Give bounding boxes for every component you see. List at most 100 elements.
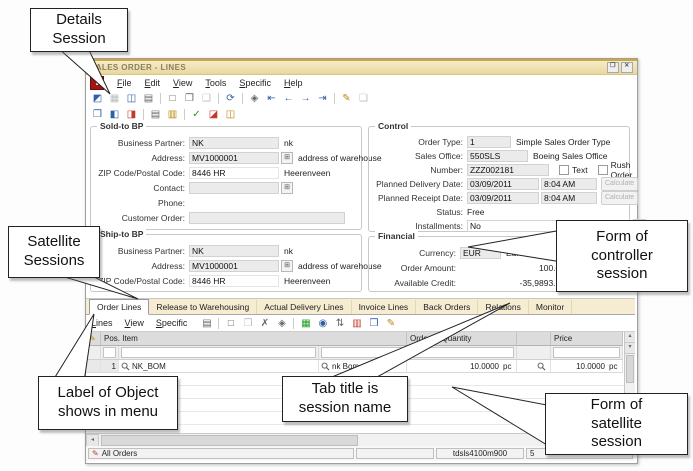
scroll-up-icon[interactable]: ▴: [625, 332, 635, 343]
item-filter-input[interactable]: [119, 346, 319, 360]
cell-price[interactable]: 10.0000 pc: [551, 360, 623, 373]
planned-receipt-time-input[interactable]: 8:04 AM: [541, 192, 597, 204]
column-header-pos-item[interactable]: Pos. Item: [101, 332, 407, 346]
browse-zoom-icon[interactable]: [537, 362, 546, 371]
vscroll-thumb[interactable]: [626, 355, 634, 383]
new-line-icon[interactable]: □: [223, 316, 238, 330]
menu-tools[interactable]: Tools: [205, 78, 226, 88]
copy-clipboard-icon[interactable]: ❒: [90, 107, 105, 121]
print-report-icon[interactable]: ▤: [148, 107, 163, 121]
cell-browse[interactable]: [517, 360, 551, 373]
menu-edit[interactable]: Edit: [145, 78, 161, 88]
rush-order-checkbox[interactable]: [598, 165, 608, 175]
tab-release-to-warehousing[interactable]: Release to Warehousing: [149, 300, 257, 314]
text-checkbox[interactable]: [559, 165, 569, 175]
tab-back-orders[interactable]: Back Orders: [416, 300, 478, 314]
close-button[interactable]: ✕: [621, 62, 633, 73]
browse-zoom-icon[interactable]: [121, 362, 130, 371]
menu-help[interactable]: Help: [284, 78, 303, 88]
table-row[interactable]: 1 NK_BOM nk Bom 10.0000 pc 10.0000: [86, 360, 635, 373]
tab-order-lines[interactable]: Order Lines: [89, 299, 149, 315]
first-record-icon[interactable]: ⇤: [264, 91, 279, 105]
edit-icon[interactable]: ✎: [339, 91, 354, 105]
options-icon[interactable]: ❏: [356, 91, 371, 105]
details-session-icon[interactable]: ◫: [124, 91, 139, 105]
currency-input[interactable]: EUR: [460, 247, 501, 259]
planned-delivery-date-input[interactable]: 03/09/2011: [467, 178, 539, 190]
menu-file[interactable]: File: [117, 78, 132, 88]
grid-corner-icon[interactable]: ✎: [86, 332, 101, 346]
find-icon[interactable]: ◈: [247, 91, 262, 105]
zoom-icon[interactable]: ◉: [315, 316, 330, 330]
pos-filter-input[interactable]: [101, 346, 119, 360]
price-filter-input[interactable]: [551, 346, 623, 360]
calculate-button[interactable]: Calculate: [601, 177, 638, 191]
print-icon[interactable]: ▤: [141, 91, 156, 105]
previous-record-icon[interactable]: ←: [281, 91, 296, 105]
sales-office-input[interactable]: 550SLS: [467, 150, 528, 162]
address-input[interactable]: MV1000001: [189, 152, 279, 164]
cell-pos[interactable]: 1: [101, 360, 119, 373]
transfer-icon[interactable]: ❒: [366, 316, 381, 330]
ship-address-browse-button[interactable]: ⊞: [281, 260, 293, 272]
last-record-icon[interactable]: ⇥: [315, 91, 330, 105]
menu-lines[interactable]: Lines: [91, 318, 113, 328]
tab-relations[interactable]: Relations: [478, 300, 528, 314]
filter-cell: [86, 346, 101, 360]
row-selector[interactable]: [86, 360, 101, 373]
customer-order-input[interactable]: [189, 212, 345, 224]
help-session-icon[interactable]: ◫: [223, 107, 238, 121]
run-program-icon[interactable]: ◪: [206, 107, 221, 121]
duplicate-icon[interactable]: ❐: [182, 91, 197, 105]
chart-icon[interactable]: ▥: [349, 316, 364, 330]
delete-session-icon[interactable]: ◨: [124, 107, 139, 121]
planned-receipt-date-input[interactable]: 03/09/2011: [467, 192, 539, 204]
contact-input[interactable]: [189, 182, 279, 194]
order-type-input[interactable]: 1: [467, 136, 511, 148]
contact-browse-button[interactable]: ⊞: [281, 182, 293, 194]
refresh-icon[interactable]: ⟳: [223, 91, 238, 105]
planned-delivery-time-input[interactable]: 8:04 AM: [541, 178, 597, 190]
menu-specific[interactable]: Specific: [239, 78, 271, 88]
insert-line-icon[interactable]: ▦: [298, 316, 313, 330]
next-record-icon[interactable]: →: [298, 91, 313, 105]
print-preview-icon[interactable]: ▥: [165, 107, 180, 121]
new-session-icon[interactable]: ◧: [107, 107, 122, 121]
column-header-ordered-quantity[interactable]: Ordered Quantity: [407, 332, 517, 346]
paste-icon[interactable]: ❑: [199, 91, 214, 105]
tab-monitor[interactable]: Monitor: [529, 300, 572, 314]
ship-address-input[interactable]: MV1000001: [189, 260, 279, 272]
business-partner-input[interactable]: NK: [189, 137, 279, 149]
cell-item[interactable]: NK_BOM: [119, 360, 319, 373]
scroll-down-icon[interactable]: ▾: [625, 343, 635, 354]
line-options-icon[interactable]: ✎: [383, 316, 398, 330]
save-icon[interactable]: ▦: [107, 91, 122, 105]
delete-line-icon[interactable]: ✗: [257, 316, 272, 330]
approve-icon[interactable]: ✓: [189, 107, 204, 121]
filter-status-cell[interactable]: ✎ All Orders: [88, 448, 354, 459]
cell-item-desc[interactable]: nk Bom: [319, 360, 407, 373]
tab-actual-delivery-lines[interactable]: Actual Delivery Lines: [257, 300, 351, 314]
tab-invoice-lines[interactable]: Invoice Lines: [352, 300, 417, 314]
sort-icon[interactable]: ⇅: [332, 316, 347, 330]
menu-lines-specific[interactable]: Specific: [156, 318, 188, 328]
menu-view[interactable]: View: [173, 78, 192, 88]
print-line-icon[interactable]: ▤: [199, 316, 214, 330]
address-browse-button[interactable]: ⊞: [281, 152, 293, 164]
ship-business-partner-input[interactable]: NK: [189, 245, 279, 257]
scroll-left-icon[interactable]: ◂: [86, 434, 99, 447]
copy-line-icon[interactable]: ❐: [240, 316, 255, 330]
new-record-icon[interactable]: □: [165, 91, 180, 105]
menu-lines-view[interactable]: View: [125, 318, 144, 328]
item-desc-filter-input[interactable]: [319, 346, 407, 360]
order-number-input[interactable]: ZZZ002181: [467, 164, 549, 176]
cell-ordered-quantity[interactable]: 10.0000 pc: [407, 360, 517, 373]
attach-icon[interactable]: ◈: [274, 316, 289, 330]
calculate-button[interactable]: Calculate: [601, 191, 638, 205]
browse-zoom-icon[interactable]: [321, 362, 330, 371]
hscroll-thumb[interactable]: [101, 435, 358, 446]
restore-button[interactable]: ❐: [607, 62, 619, 73]
open-icon[interactable]: ◩: [90, 91, 105, 105]
column-header-price[interactable]: Price: [551, 332, 623, 346]
quantity-filter-input[interactable]: [407, 346, 517, 360]
